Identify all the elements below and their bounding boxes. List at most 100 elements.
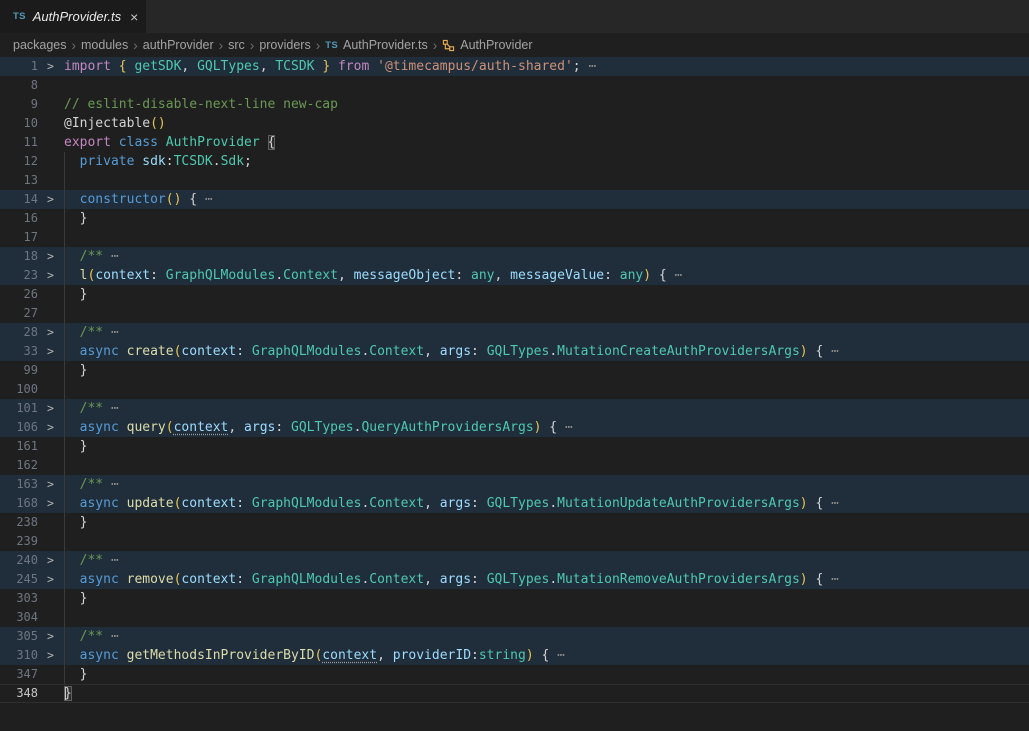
fold-chevron-icon[interactable]: > [38,190,63,209]
line-number[interactable]: 101 [0,399,38,418]
line-number[interactable]: 13 [0,171,38,190]
code-text[interactable]: } [63,684,1029,703]
breadcrumb-item-providers[interactable]: providers [259,38,310,52]
code-text[interactable]: export class AuthProvider { [63,133,1029,152]
code-text[interactable]: } [63,665,1029,684]
fold-chevron-icon[interactable]: > [38,342,63,361]
code-text[interactable] [63,532,1029,551]
line-number[interactable]: 348 [0,684,38,703]
code-text[interactable]: } [63,437,1029,456]
fold-chevron-icon[interactable]: > [38,399,63,418]
line-number[interactable]: 304 [0,608,38,627]
code-text[interactable]: async query(context, args: GQLTypes.Quer… [63,418,1029,437]
fold-chevron-icon[interactable]: > [38,646,63,665]
line-number[interactable]: 14 [0,190,38,209]
line-number[interactable]: 240 [0,551,38,570]
chevron-right-icon: › [433,38,438,53]
code-text[interactable]: /** ⋯ [63,627,1029,646]
line-number[interactable]: 23 [0,266,38,285]
code-text[interactable]: async create(context: GraphQLModules.Con… [63,342,1029,361]
line-number[interactable]: 28 [0,323,38,342]
fold-chevron-icon[interactable]: > [38,247,63,266]
code-text[interactable]: } [63,361,1029,380]
code-text[interactable] [63,171,1029,190]
code-text[interactable]: async remove(context: GraphQLModules.Con… [63,570,1029,589]
line-number[interactable]: 26 [0,285,38,304]
line-number[interactable]: 162 [0,456,38,475]
code-text[interactable]: } [63,285,1029,304]
code-text[interactable]: } [63,589,1029,608]
code-text[interactable] [63,456,1029,475]
line-number[interactable]: 1 [0,57,38,76]
breadcrumb-item-modules[interactable]: modules [81,38,128,52]
code-text[interactable]: /** ⋯ [63,399,1029,418]
line-number[interactable]: 16 [0,209,38,228]
line-number[interactable]: 310 [0,646,38,665]
editor[interactable]: 1>import { getSDK, GQLTypes, TCSDK } fro… [0,57,1029,731]
breadcrumb-item-file[interactable]: TSAuthProvider.ts [325,38,428,52]
code-text[interactable]: } [63,209,1029,228]
line-number[interactable]: 17 [0,228,38,247]
line-number[interactable]: 303 [0,589,38,608]
fold-chevron-icon[interactable]: > [38,494,63,513]
line-number[interactable]: 11 [0,133,38,152]
code-text[interactable]: } [63,513,1029,532]
close-icon[interactable]: × [128,8,140,26]
code-text[interactable]: private sdk:TCSDK.Sdk; [63,152,1029,171]
line-number[interactable]: 245 [0,570,38,589]
code-text[interactable]: // eslint-disable-next-line new-cap [63,95,1029,114]
code-token: @Injectable [64,116,150,131]
line-number[interactable]: 106 [0,418,38,437]
code-text[interactable]: l(context: GraphQLModules.Context, messa… [63,266,1029,285]
code-text[interactable]: /** ⋯ [63,323,1029,342]
code-text[interactable]: /** ⋯ [63,247,1029,266]
line-number[interactable]: 305 [0,627,38,646]
line-number[interactable]: 100 [0,380,38,399]
code-text[interactable]: constructor() { ⋯ [63,190,1029,209]
fold-chevron-icon[interactable]: > [38,418,63,437]
line-number[interactable]: 347 [0,665,38,684]
breadcrumb-item-packages[interactable]: packages [13,38,67,52]
code-text[interactable]: import { getSDK, GQLTypes, TCSDK } from … [63,57,1029,76]
gutter-space [38,285,63,304]
fold-chevron-icon[interactable]: > [38,551,63,570]
line-number[interactable]: 161 [0,437,38,456]
line-number[interactable]: 27 [0,304,38,323]
code-text[interactable]: @Injectable() [63,114,1029,133]
code-token [64,477,80,492]
fold-chevron-icon[interactable]: > [38,57,63,76]
line-number[interactable]: 8 [0,76,38,95]
line-number[interactable]: 12 [0,152,38,171]
code-token: ⋯ [667,268,683,283]
code-text[interactable]: async update(context: GraphQLModules.Con… [63,494,1029,513]
line-number[interactable]: 33 [0,342,38,361]
line-number[interactable]: 9 [0,95,38,114]
fold-chevron-icon[interactable]: > [38,475,63,494]
fold-chevron-icon[interactable]: > [38,266,63,285]
code-token: MutationCreateAuthProvidersArgs [557,344,800,359]
code-text[interactable] [63,380,1029,399]
line-number[interactable]: 99 [0,361,38,380]
line-number[interactable]: 239 [0,532,38,551]
code-text[interactable] [63,608,1029,627]
code-text[interactable]: async getMethodsInProviderByID(context, … [63,646,1029,665]
line-number[interactable]: 10 [0,114,38,133]
breadcrumb-item-authProvider[interactable]: authProvider [143,38,214,52]
breadcrumb-item-symbol[interactable]: AuthProvider [442,38,532,52]
code-token: . [549,496,557,511]
code-text[interactable]: /** ⋯ [63,475,1029,494]
code-text[interactable] [63,76,1029,95]
fold-chevron-icon[interactable]: > [38,323,63,342]
tab-authprovider-ts[interactable]: TS AuthProvider.ts × [0,0,146,33]
line-number[interactable]: 18 [0,247,38,266]
code-text[interactable] [63,228,1029,247]
code-text[interactable] [63,304,1029,323]
fold-chevron-icon[interactable]: > [38,627,63,646]
code-token: MutationRemoveAuthProvidersArgs [557,572,800,587]
code-text[interactable]: /** ⋯ [63,551,1029,570]
line-number[interactable]: 168 [0,494,38,513]
fold-chevron-icon[interactable]: > [38,570,63,589]
breadcrumb-item-src[interactable]: src [228,38,245,52]
line-number[interactable]: 163 [0,475,38,494]
line-number[interactable]: 238 [0,513,38,532]
